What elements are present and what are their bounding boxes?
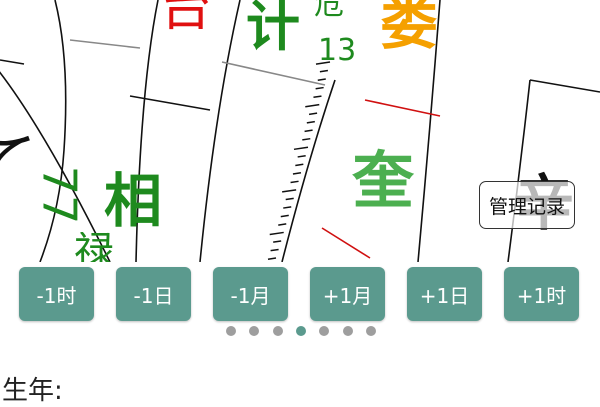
- birth-year-label: 生年:: [2, 376, 63, 406]
- plus-hour-button[interactable]: +1时: [504, 267, 579, 321]
- degree-tick: [285, 197, 294, 201]
- degree-tick: [280, 214, 289, 218]
- dial-char-ji: 计: [246, 0, 300, 58]
- dial-divider: [221, 61, 326, 86]
- degree-tick: [313, 95, 322, 99]
- degree-tick: [270, 248, 279, 252]
- dial-char-77: 77: [32, 165, 87, 225]
- dial-char-lu: 禄: [74, 232, 114, 262]
- dial-ring-arc: [281, 79, 336, 262]
- degree-tick: [315, 86, 324, 90]
- degree-tick: [295, 163, 304, 167]
- dial-char-wei: 危: [314, 0, 344, 22]
- degree-tick: [306, 120, 315, 124]
- dial-divider: [0, 59, 25, 65]
- degree-tick: [305, 103, 320, 108]
- degree-tick: [290, 180, 299, 184]
- degree-scale: [267, 61, 331, 260]
- dial-divider: [129, 95, 211, 111]
- page-dot[interactable]: [249, 326, 260, 336]
- minus-day-button[interactable]: -1日: [116, 267, 191, 321]
- dial-divider: [529, 79, 600, 93]
- dial-divider: [69, 39, 141, 49]
- degree-tick: [317, 78, 326, 81]
- dial-char-xiang: 相: [104, 167, 163, 235]
- dial-degree-label: 13: [318, 33, 357, 68]
- page-dot[interactable]: [342, 326, 353, 336]
- manage-records-button[interactable]: 管理记录: [479, 181, 575, 229]
- dial-ring-arc: [199, 0, 241, 262]
- degree-tick: [293, 146, 309, 151]
- degree-tick: [273, 240, 282, 243]
- degree-tick: [269, 231, 284, 236]
- dial-divider: [364, 99, 441, 117]
- page-dot[interactable]: [272, 326, 283, 336]
- degree-tick: [267, 257, 277, 260]
- page-dot[interactable]: [319, 326, 330, 336]
- degree-tick: [304, 129, 313, 133]
- degree-tick: [308, 112, 318, 116]
- degree-tick: [297, 154, 306, 158]
- minus-hour-button[interactable]: -1时: [19, 267, 94, 321]
- plus-day-button[interactable]: +1日: [407, 267, 482, 321]
- minus-month-button[interactable]: -1月: [213, 267, 288, 321]
- dial-char-lou: 娄: [380, 0, 439, 57]
- degree-tick: [302, 137, 311, 141]
- time-step-bar: -1时 -1日 -1月 +1月 +1日 +1时: [19, 267, 579, 321]
- page-indicator[interactable]: [226, 325, 376, 337]
- degree-tick: [319, 69, 329, 73]
- page-dot[interactable]: [226, 326, 236, 336]
- dial-char-red-top: 台: [160, 0, 213, 38]
- degree-tick: [283, 206, 292, 209]
- degree-tick: [278, 223, 287, 226]
- page-dot[interactable]: [365, 326, 376, 336]
- dial-char-kui: 奎: [352, 144, 415, 217]
- plus-month-button[interactable]: +1月: [310, 267, 385, 321]
- degree-tick: [292, 172, 302, 175]
- degree-tick: [282, 189, 297, 193]
- page-dot[interactable]: [295, 326, 306, 336]
